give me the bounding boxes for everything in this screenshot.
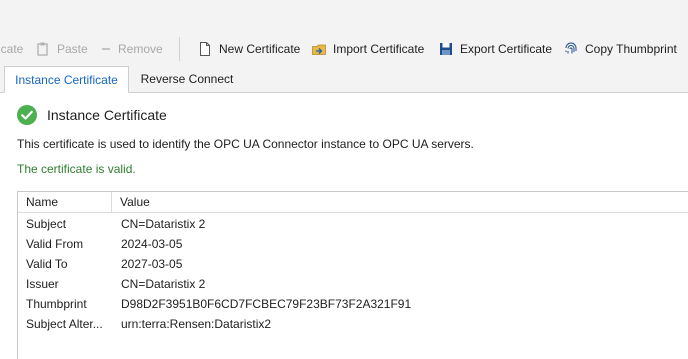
new-document-icon [197,41,213,57]
export-certificate-button[interactable]: Export Certificate [438,40,552,58]
copy-thumbprint-label: Copy Thumbprint [585,42,677,56]
new-certificate-button[interactable]: New Certificate [197,40,300,58]
row-name: Thumbprint [26,297,87,311]
import-folder-icon [311,41,327,57]
table-row[interactable]: Valid To 2027-03-05 [18,254,688,274]
tab-instance-certificate[interactable]: Instance Certificate [4,66,129,93]
paste-icon [35,41,51,57]
tab-reverse-connect-label: Reverse Connect [140,71,234,86]
row-name: Issuer [26,277,59,291]
remove-icon [100,41,112,57]
certificate-description: This certificate is used to identify the… [17,137,474,151]
column-header-value-label: Value [120,195,150,209]
paste-button-label: Paste [57,42,88,56]
section-title: Instance Certificate [47,107,167,123]
row-value: D98D2F3951B0F6CD7FCBEC79F23BF73F2A321F91 [121,297,412,311]
row-value: CN=Dataristix 2 [121,217,206,231]
tab-bar: Instance Certificate Reverse Connect [0,66,688,93]
save-disk-icon [438,41,454,57]
remove-button[interactable]: Remove [100,40,163,58]
toolbar-separator [179,37,180,61]
section-header: Instance Certificate [17,104,167,126]
row-name: Subject Alter... [26,317,103,331]
table-row[interactable]: Issuer CN=Dataristix 2 [18,274,688,294]
table-row[interactable]: Valid From 2024-03-05 [18,234,688,254]
window-top-strip [0,0,688,32]
import-certificate-label: Import Certificate [333,42,425,56]
table-row[interactable]: Thumbprint D98D2F3951B0F6CD7FCBEC79F23BF… [18,294,688,314]
certificate-status-text: The certificate is valid. [17,162,136,176]
row-value: CN=Dataristix 2 [121,277,206,291]
row-name: Subject [26,217,67,231]
row-value: 2024-03-05 [121,237,183,251]
table-row[interactable]: Subject CN=Dataristix 2 [18,214,688,234]
import-certificate-button[interactable]: Import Certificate [311,40,424,58]
row-value: 2027-03-05 [121,257,183,271]
export-certificate-label: Export Certificate [460,42,553,56]
check-circle-icon [17,105,37,125]
table-row[interactable]: Subject Alter... urn:terra:Rensen:Datari… [18,314,688,334]
remove-button-label: Remove [118,42,163,56]
column-header-name[interactable]: Name [18,192,112,212]
row-name: Valid From [26,237,84,251]
table-header: Name Value [18,192,688,213]
new-certificate-label: New Certificate [219,42,301,56]
tab-reverse-connect[interactable]: Reverse Connect [131,66,243,91]
copy-button[interactable]: icate [0,40,23,58]
copy-button-label: icate [0,42,24,56]
column-header-name-label: Name [26,195,59,209]
fingerprint-icon [563,41,579,57]
copy-thumbprint-button[interactable]: Copy Thumbprint [563,40,677,58]
column-header-value[interactable]: Value [112,192,688,212]
row-name: Valid To [26,257,68,271]
tab-instance-certificate-label: Instance Certificate [15,72,118,87]
certificate-properties-table: Name Value Subject CN=Dataristix 2 Valid… [17,191,688,359]
row-value: urn:terra:Rensen:Dataristix2 [121,317,272,331]
toolbar: icate Paste Remove New Certificate Impor… [0,31,688,65]
paste-button[interactable]: Paste [35,40,88,58]
